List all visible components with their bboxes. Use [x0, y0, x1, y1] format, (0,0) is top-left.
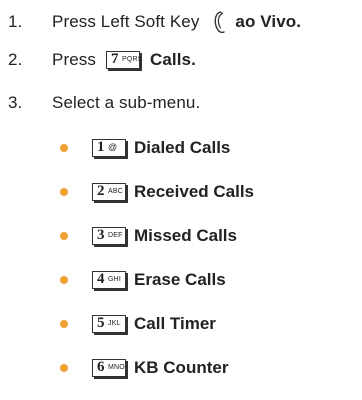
- key-number: 7: [110, 51, 119, 67]
- step-text: Select a sub-menu.: [52, 93, 201, 112]
- bullet-icon: [60, 320, 68, 328]
- key-number: 4: [97, 271, 105, 287]
- step-number: 3.: [8, 93, 23, 112]
- step-trailing: .: [191, 50, 196, 69]
- bullet-icon: [60, 364, 68, 372]
- step-2: 2. Press 7 PQRS Calls.: [8, 50, 196, 70]
- key-number: 3: [97, 227, 105, 243]
- step-trailing: .: [296, 12, 302, 31]
- key-number: 5: [97, 315, 105, 331]
- submenu-label: KB Counter: [134, 358, 229, 377]
- submenu-item-kb-counter: 6 MNO KB Counter: [60, 358, 228, 378]
- submenu-item-call-timer: 5 JKL Call Timer: [60, 314, 216, 334]
- step-number: 1.: [8, 12, 23, 31]
- key-3-icon: 3 DEF: [92, 227, 126, 245]
- submenu-label: Missed Calls: [134, 226, 237, 245]
- step-1: 1. Press Left Soft Key ao Vivo.: [8, 10, 301, 34]
- bullet-icon: [60, 276, 68, 284]
- key-number: 6: [97, 359, 105, 375]
- key-letters: PQRS: [121, 56, 143, 63]
- bullet-icon: [60, 144, 68, 152]
- bullet-icon: [60, 232, 68, 240]
- key-7-icon: 7 PQRS: [105, 51, 143, 69]
- step-text: Press Left Soft Key: [52, 12, 200, 31]
- calls-label: Calls: [149, 50, 192, 69]
- key-2-icon: 2 ABC: [92, 183, 126, 201]
- step-text: Press: [52, 50, 96, 69]
- bullet-icon: [60, 188, 68, 196]
- key-letters: GHI: [108, 276, 122, 283]
- left-soft-key-icon: [209, 10, 229, 34]
- key-letters: ABC: [108, 188, 123, 195]
- key-number: 2: [97, 183, 105, 199]
- key-5-icon: 5 JKL: [92, 315, 126, 333]
- submenu-label: Erase Calls: [134, 270, 226, 289]
- key-letters: DEF: [108, 232, 123, 239]
- key-1-icon: 1 @: [92, 139, 126, 157]
- key-number: 1: [97, 139, 105, 155]
- submenu-item-missed-calls: 3 DEF Missed Calls: [60, 226, 237, 246]
- soft-key-label: ao Vivo: [235, 12, 297, 31]
- key-4-icon: 4 GHI: [92, 271, 126, 289]
- submenu-label: Call Timer: [134, 314, 216, 333]
- key-letters: MNO: [108, 364, 125, 371]
- submenu-label: Dialed Calls: [134, 138, 231, 157]
- step-number: 2.: [8, 50, 23, 69]
- key-letters: @: [108, 142, 118, 152]
- step-3: 3. Select a sub-menu.: [8, 93, 200, 113]
- key-6-icon: 6 MNO: [92, 359, 126, 377]
- submenu-item-received-calls: 2 ABC Received Calls: [60, 182, 254, 202]
- submenu-item-erase-calls: 4 GHI Erase Calls: [60, 270, 226, 290]
- submenu-label: Received Calls: [134, 182, 255, 201]
- submenu-item-dialed-calls: 1 @ Dialed Calls: [60, 138, 230, 158]
- key-letters: JKL: [108, 320, 121, 327]
